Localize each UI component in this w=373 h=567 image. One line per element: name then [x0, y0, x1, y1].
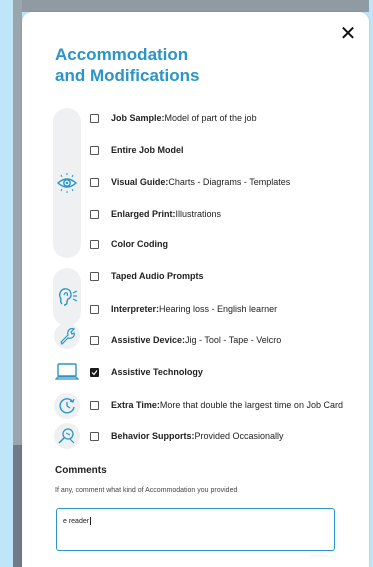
checklist-item-job-sample[interactable]: Job Sample: Model of part of the job: [90, 111, 257, 125]
checkbox[interactable]: [90, 304, 99, 314]
clock-icon: [54, 393, 80, 419]
resize-handle[interactable]: ·······: [310, 553, 329, 559]
ear-icon: [54, 284, 80, 310]
checklist-item-taped-audio-prompts[interactable]: Taped Audio Prompts: [90, 269, 204, 283]
checklist-item-assistive-device[interactable]: Assistive Device: Jig - Tool - Tape - Ve…: [90, 333, 281, 347]
checkbox[interactable]: [90, 431, 99, 441]
backdrop-top: [13, 0, 369, 12]
item-bold-label: Enlarged Print:: [111, 209, 176, 219]
checkbox[interactable]: [90, 145, 99, 155]
item-bold-label: Interpreter:: [111, 304, 160, 314]
item-description: Jig - Tool - Tape - Velcro: [185, 335, 282, 345]
checklist-item-entire-job-model[interactable]: Entire Job Model: [90, 143, 184, 157]
comments-heading: Comments: [55, 465, 107, 476]
checklist-item-assistive-technology[interactable]: Assistive Technology: [90, 365, 203, 379]
checkbox[interactable]: [90, 271, 99, 281]
checkbox[interactable]: [90, 367, 99, 377]
comments-value: e reader: [63, 517, 90, 525]
backdrop-bottom: [13, 445, 22, 567]
item-description: Provided Occasionally: [194, 431, 284, 441]
item-description: Charts - Diagrams - Templates: [168, 177, 291, 187]
checkbox[interactable]: [90, 335, 99, 345]
checklist-item-color-coding[interactable]: Color Coding: [90, 237, 168, 251]
laptop-icon: [54, 359, 80, 385]
title-line-2: and Modifications: [55, 66, 200, 85]
comments-textarea[interactable]: e reader: [56, 508, 335, 551]
checklist-item-enlarged-print[interactable]: Enlarged Print: Illustrations: [90, 207, 221, 221]
accommodation-modal: ✕ Accommodation and Modifications Job Sa…: [22, 12, 369, 567]
checkbox[interactable]: [90, 209, 99, 219]
modal-title: Accommodation and Modifications: [55, 44, 255, 86]
checkbox[interactable]: [90, 177, 99, 187]
item-bold-label: Color Coding: [111, 239, 168, 249]
checkbox[interactable]: [90, 113, 99, 123]
item-bold-label: Assistive Device:: [111, 335, 186, 345]
checklist-item-interpreter[interactable]: Interpreter: Hearing loss - English lear…: [90, 302, 277, 316]
item-description: More that double the largest time on Job…: [159, 400, 343, 410]
item-bold-label: Assistive Technology: [111, 367, 203, 377]
item-description: Hearing loss - English learner: [159, 304, 278, 314]
item-description: Model of part of the job: [164, 113, 257, 123]
wrench-icon: [54, 323, 80, 349]
item-bold-label: Behavior Supports:: [111, 431, 195, 441]
item-description: Illustrations: [175, 209, 222, 219]
text-caret: [90, 517, 92, 525]
checkbox[interactable]: [90, 239, 99, 249]
title-line-1: Accommodation: [55, 45, 189, 64]
close-button[interactable]: ✕: [339, 23, 357, 43]
item-bold-label: Taped Audio Prompts: [111, 271, 204, 281]
item-bold-label: Extra Time:: [111, 400, 160, 410]
behavior-support-icon: [54, 423, 80, 449]
checklist-item-behavior-supports[interactable]: Behavior Supports: Provided Occasionally: [90, 429, 284, 443]
item-bold-label: Entire Job Model: [111, 145, 184, 155]
comments-help-text: If any, comment what kind of Accommodati…: [55, 487, 238, 494]
item-bold-label: Job Sample:: [111, 113, 165, 123]
item-bold-label: Visual Guide:: [111, 177, 169, 187]
checklist-item-extra-time[interactable]: Extra Time: More that double the largest…: [90, 398, 343, 412]
eye-icon: [54, 170, 80, 196]
checklist-item-visual-guide[interactable]: Visual Guide: Charts - Diagrams - Templa…: [90, 175, 290, 189]
checkbox[interactable]: [90, 400, 99, 410]
